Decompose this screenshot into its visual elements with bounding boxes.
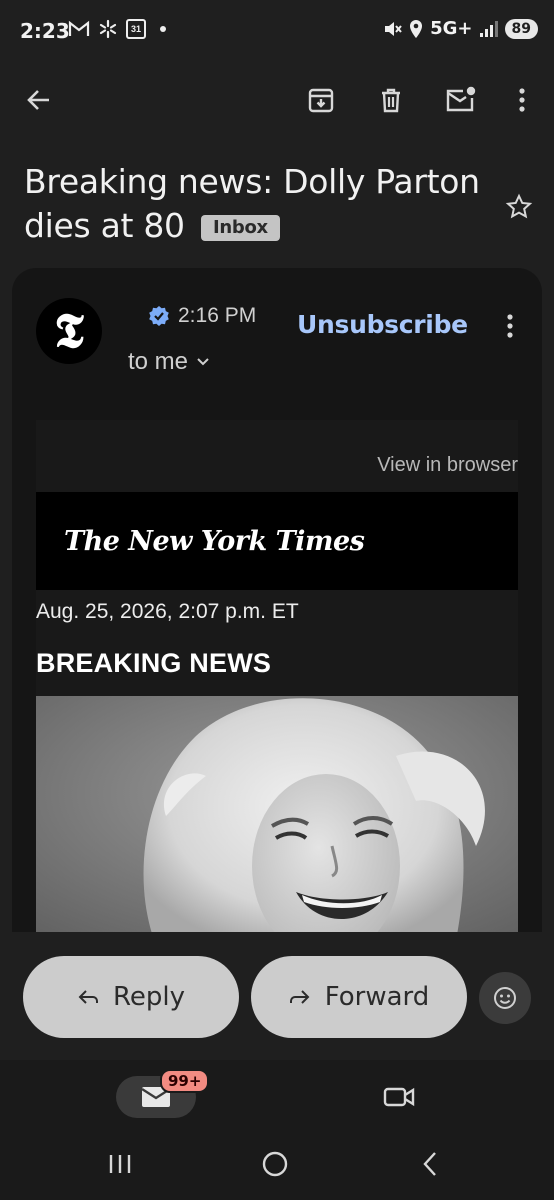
chevron-down-icon xyxy=(197,358,209,366)
home-button[interactable] xyxy=(245,1140,305,1188)
star-outline-icon xyxy=(505,193,533,219)
forward-icon xyxy=(289,990,310,1004)
delete-icon xyxy=(382,88,400,113)
inbox-label-chip[interactable]: Inbox xyxy=(200,215,280,241)
message-meta: 2:16 PM xyxy=(148,304,256,328)
mark-unread-icon xyxy=(446,86,476,112)
forward-label: Forward xyxy=(324,982,430,1012)
status-system-icons: 5G+ 89 xyxy=(382,18,538,39)
calendar-icon: 31 xyxy=(126,19,146,39)
emoji-icon xyxy=(494,987,516,1009)
battery-icon: 89 xyxy=(504,18,538,39)
status-notification-icons: 31 xyxy=(68,19,166,39)
system-back-button[interactable] xyxy=(400,1140,460,1188)
recent-apps-icon xyxy=(109,1155,131,1173)
message-more-button[interactable] xyxy=(490,306,530,346)
gmail-icon xyxy=(68,20,90,36)
recipient-text: to me xyxy=(128,348,189,375)
more-vert-icon xyxy=(519,88,525,112)
unsubscribe-link[interactable]: Unsubscribe xyxy=(297,310,468,339)
video-camera-icon xyxy=(383,1087,415,1107)
forward-button[interactable]: Forward xyxy=(251,956,467,1038)
reply-button[interactable]: Reply xyxy=(23,956,239,1038)
signal-icon xyxy=(479,20,498,37)
delete-button[interactable] xyxy=(371,80,411,120)
reply-icon xyxy=(78,990,98,1004)
star-button[interactable] xyxy=(499,187,539,227)
view-in-browser-link[interactable]: View in browser xyxy=(377,454,518,477)
news-photo[interactable] xyxy=(36,696,518,940)
mark-unread-button[interactable] xyxy=(440,80,480,120)
more-vert-icon xyxy=(507,314,513,338)
dot-icon xyxy=(160,26,166,32)
archive-icon xyxy=(308,88,334,113)
meet-tab[interactable] xyxy=(376,1076,422,1118)
sender-avatar[interactable]: 𝕿 xyxy=(36,298,102,364)
more-options-button[interactable] xyxy=(502,80,542,120)
nyt-logo-icon: 𝕿 xyxy=(54,302,84,359)
nyt-masthead[interactable]: The New York Times xyxy=(36,492,518,590)
message-time: 2:16 PM xyxy=(178,304,257,327)
status-bar: 2:23 31 5G+ 89 xyxy=(0,0,554,64)
masthead-logo: The New York Times xyxy=(64,525,365,557)
status-time: 2:23 xyxy=(20,19,70,43)
email-body: View in browser The New York Times Aug. … xyxy=(36,420,518,940)
email-subject: Breaking news: Dolly Parton dies at 80 I… xyxy=(24,160,494,248)
verified-badge-icon xyxy=(149,306,169,326)
mute-icon xyxy=(385,21,402,36)
back-button[interactable] xyxy=(19,80,59,120)
back-arrow-icon xyxy=(27,90,49,110)
portrait-image xyxy=(36,696,518,940)
back-chevron-icon xyxy=(423,1152,436,1176)
section-heading: BREAKING NEWS xyxy=(36,648,272,678)
emoji-reaction-button[interactable] xyxy=(479,972,531,1024)
pinwheel-icon xyxy=(99,19,117,39)
dateline: Aug. 25, 2026, 2:07 p.m. ET xyxy=(36,600,299,623)
home-icon xyxy=(262,1151,288,1177)
unread-count-badge: 99+ xyxy=(160,1069,210,1093)
recipient-toggle[interactable]: to me xyxy=(128,348,210,376)
recent-apps-button[interactable] xyxy=(90,1140,150,1188)
location-icon xyxy=(410,19,423,38)
network-type: 5G+ xyxy=(430,18,473,39)
reply-label: Reply xyxy=(112,982,185,1012)
archive-button[interactable] xyxy=(301,80,341,120)
